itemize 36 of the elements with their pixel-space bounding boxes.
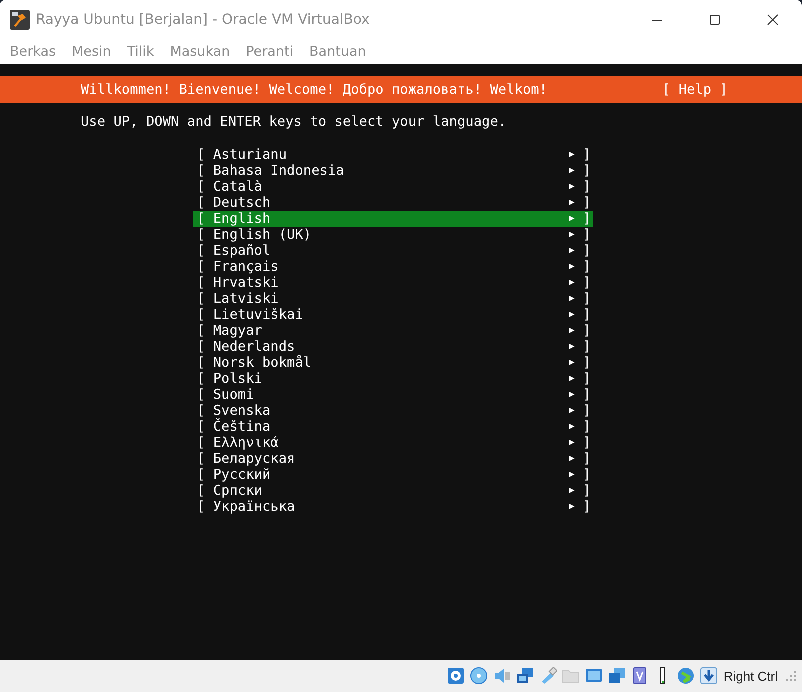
language-option[interactable]: [ English (UK) ▶ ] [193,227,593,243]
language-option[interactable]: [ Català ▶ ] [193,179,593,195]
host-key-label: Right Ctrl [724,668,778,684]
instruction-text: Use UP, DOWN and ENTER keys to select your language. [80,114,508,130]
language-option[interactable]: [ Latviski ▶ ] [193,291,593,307]
language-option[interactable]: [ Polski ▶ ] [193,371,593,387]
language-option[interactable]: [ Norsk bokmål ▶ ] [193,355,593,371]
network-icon[interactable] [516,667,534,685]
display-icon[interactable] [584,667,603,685]
language-option[interactable]: [ Српски ▶ ] [193,483,593,499]
window-title: Rayya Ubuntu [Berjalan] - Oracle VM VirtualBox [36,12,370,28]
close-icon[interactable] [767,14,779,26]
language-option[interactable]: [ Lietuviškai ▶ ] [193,307,593,323]
resize-grip-icon [786,671,796,681]
language-option[interactable]: [ Svenska ▶ ] [193,403,593,419]
language-option[interactable]: [ Hrvatski ▶ ] [193,275,593,291]
language-option[interactable]: [ Беларуская ▶ ] [193,451,593,467]
language-option[interactable]: [ Suomi ▶ ] [193,387,593,403]
optical-disc-icon[interactable] [470,667,488,685]
screens-icon[interactable] [608,667,626,685]
welcome-text: Willkommen! Bienvenue! Welcome! Добро пожаловать! Welkom! [81,82,548,98]
app-logo-icon [10,10,30,30]
language-option[interactable]: [ Bahasa Indonesia ▶ ] [193,163,593,179]
help-link[interactable]: [ Help ] [662,82,728,98]
language-option[interactable]: [ Français ▶ ] [193,259,593,275]
maximize-icon[interactable] [709,14,721,26]
language-option[interactable]: [ English ▶ ] [193,211,593,227]
language-option[interactable]: [ Čeština ▶ ] [193,419,593,435]
language-option[interactable]: [ Deutsch ▶ ] [193,195,593,211]
language-option[interactable]: [ Español ▶ ] [193,243,593,259]
language-option[interactable]: [ Ελληνικά ▶ ] [193,435,593,451]
language-option[interactable]: [ Русский ▶ ] [193,467,593,483]
language-option[interactable]: [ Українська ▶ ] [193,499,593,515]
language-option[interactable]: [ Asturianu ▶ ] [193,147,593,163]
language-option[interactable]: [ Magyar ▶ ] [193,323,593,339]
language-option[interactable]: [ Nederlands ▶ ] [193,339,593,355]
